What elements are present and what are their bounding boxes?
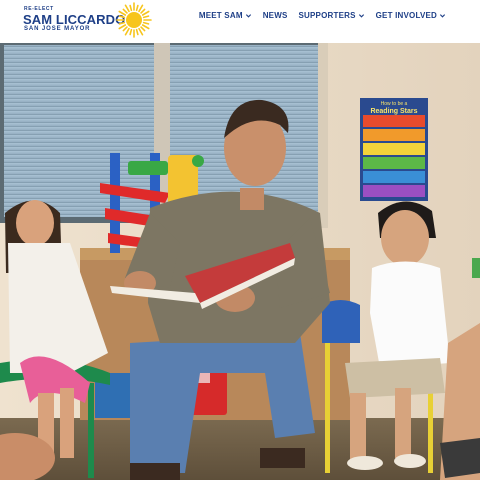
chevron-down-icon [245,14,251,18]
site-logo[interactable]: RE-ELECT SAM LICCARDO SAN JOSE MAYOR [22,2,152,40]
nav-get-involved[interactable]: GET INVOLVED [376,11,446,20]
nav-meet-sam[interactable]: MEET SAM [199,11,252,20]
nav-meet-sam-label: MEET SAM [198,11,243,20]
logo-name-text: SAM LICCARDO [23,12,126,27]
hero-illustration: How to be a Reading Stars [0,43,480,480]
chevron-down-icon [439,14,446,18]
hero-photo: How to be a Reading Stars [0,43,480,480]
nav-supporters-label: SUPPORTERS [298,11,356,20]
logo-sub-text: SAN JOSE MAYOR [24,26,91,32]
site-header: RE-ELECT SAM LICCARDO SAN JOSE MAYOR MEE… [0,0,480,43]
nav-news[interactable]: NEWS [263,11,288,20]
sun-logo-icon [116,2,152,38]
nav-get-involved-label: GET INVOLVED [375,11,437,20]
nav-news-label: NEWS [262,11,288,20]
poster-title-line2: Reading Stars [370,108,417,115]
main-nav: MEET SAM NEWS SUPPORTERS GET INVOLVED [199,11,446,20]
chevron-down-icon [358,14,364,18]
reading-poster: How to be a Reading Stars [360,98,428,201]
poster-title-line1: How to be a [381,101,408,107]
nav-supporters[interactable]: SUPPORTERS [299,11,365,20]
